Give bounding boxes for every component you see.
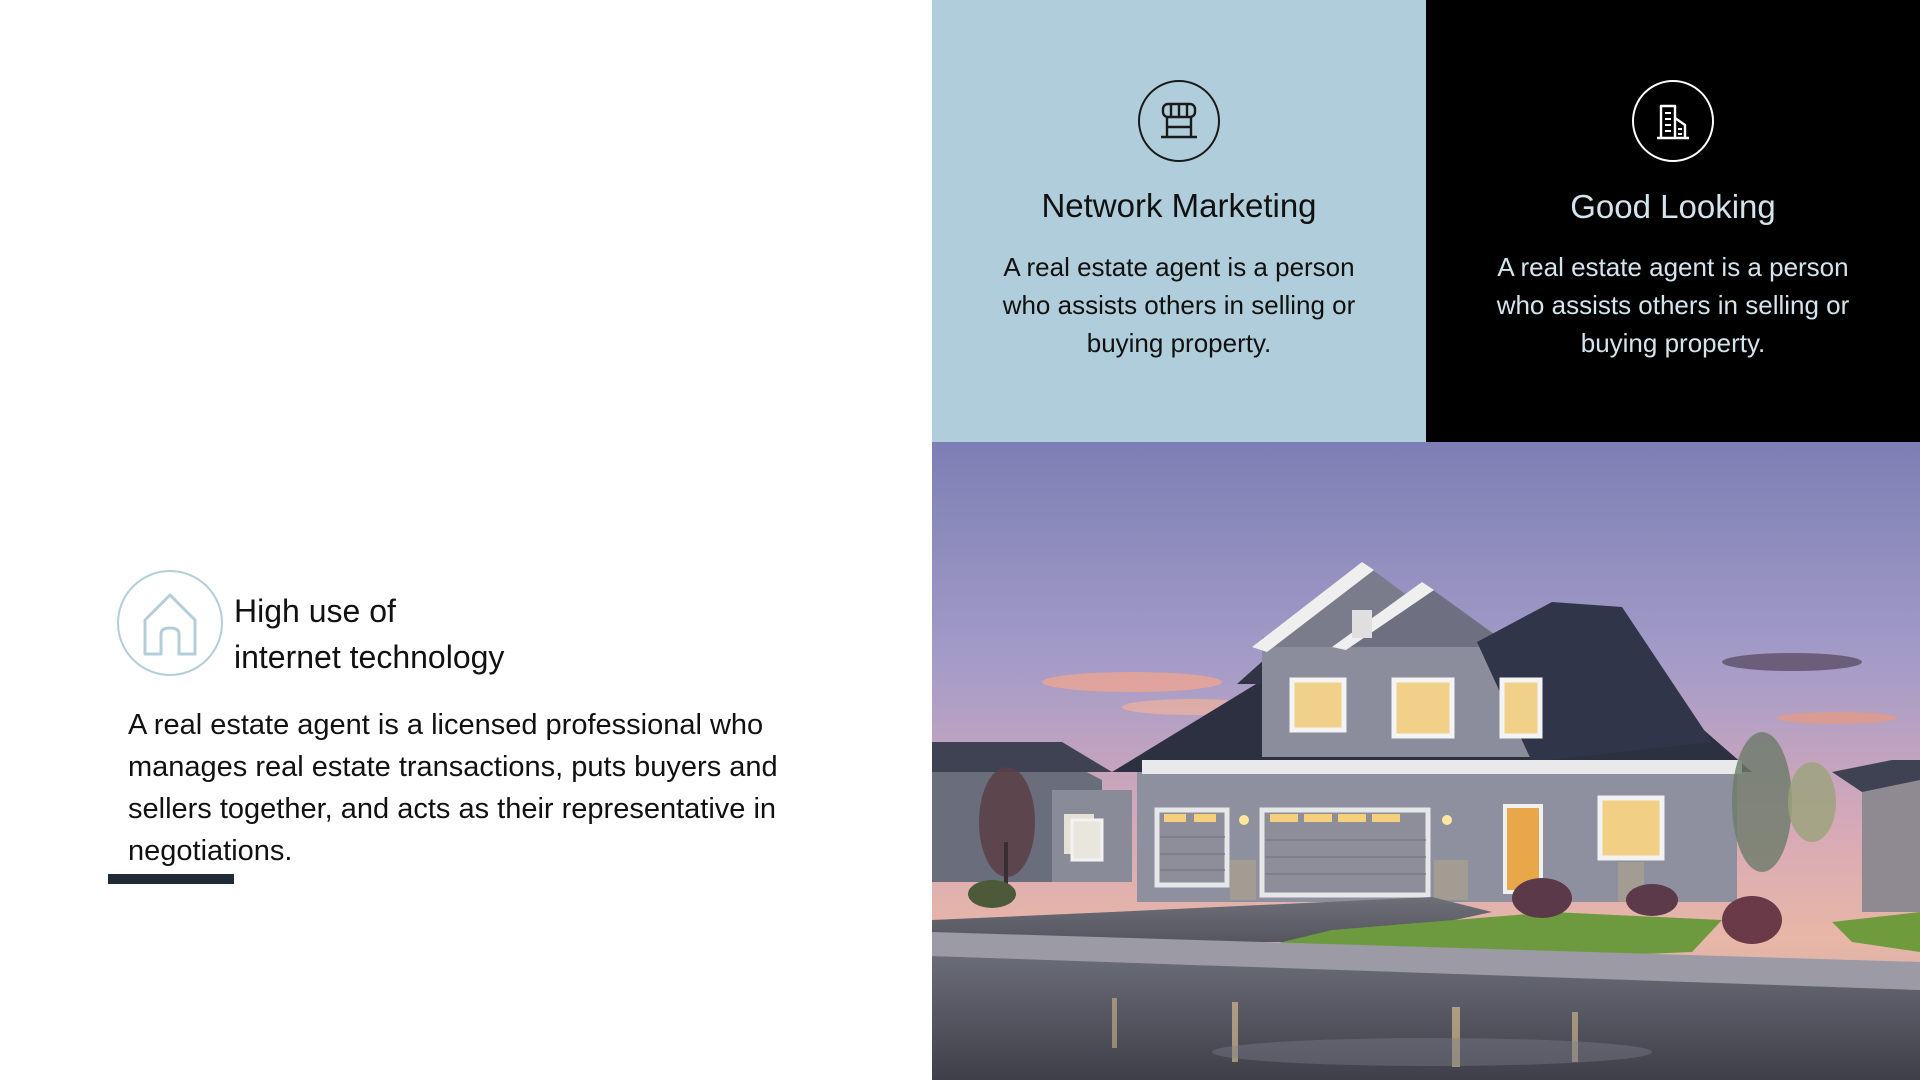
feature-block: High use of internet technology A real e… — [0, 0, 932, 1080]
house-at-dusk-image — [932, 442, 1920, 1080]
card-title: Network Marketing — [1041, 187, 1317, 224]
card-description: A real estate agent is a person who assi… — [1496, 252, 1850, 358]
accent-underline — [108, 874, 234, 884]
card-network-marketing: Network Marketing A real estate agent is… — [932, 0, 1426, 442]
feature-description: A real estate agent is a licensed profes… — [128, 709, 778, 867]
feature-title: High use of internet technology — [234, 588, 654, 680]
card-good-looking: Good Looking A real estate agent is a pe… — [1426, 0, 1920, 442]
house-outline-icon — [117, 570, 223, 676]
building-icon — [1632, 80, 1714, 162]
card-description: A real estate agent is a person who assi… — [1002, 252, 1356, 358]
feature-title-line1: High use of — [234, 593, 396, 629]
card-title: Good Looking — [1570, 188, 1776, 225]
storefront-icon — [1138, 80, 1220, 162]
feature-title-line2: internet technology — [234, 639, 505, 675]
